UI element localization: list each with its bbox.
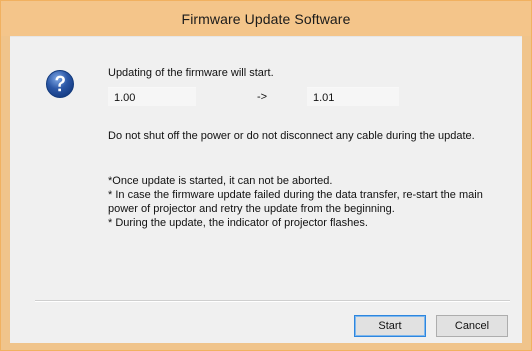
note-abort: *Once update is started, it can not be a… [108,175,333,187]
version-arrow: -> [257,91,268,103]
note-indicator: * During the update, the indicator of pr… [108,217,368,229]
current-version-field: 1.00 [108,87,196,106]
window-title: Firmware Update Software [181,10,351,27]
warning-text: Do not shut off the power or do not disc… [108,130,475,142]
cancel-button[interactable]: Cancel [436,315,508,337]
cancel-button-label: Cancel [454,320,490,332]
dialog-content: Updating of the firmware will start. 1.0… [10,36,522,343]
new-version: 1.01 [313,92,335,104]
intro-text: Updating of the firmware will start. [108,67,274,79]
current-version: 1.00 [114,92,136,104]
new-version-field: 1.01 [307,87,399,106]
title-bar[interactable]: Firmware Update Software [1,1,531,36]
note-retry: * In case the firmware update failed dur… [108,189,483,215]
start-button-label: Start [378,320,402,332]
question-icon [45,69,75,99]
button-separator [35,300,510,302]
dialog-window: Firmware Update Software Updating of the… [0,0,532,351]
start-button[interactable]: Start [354,315,426,337]
